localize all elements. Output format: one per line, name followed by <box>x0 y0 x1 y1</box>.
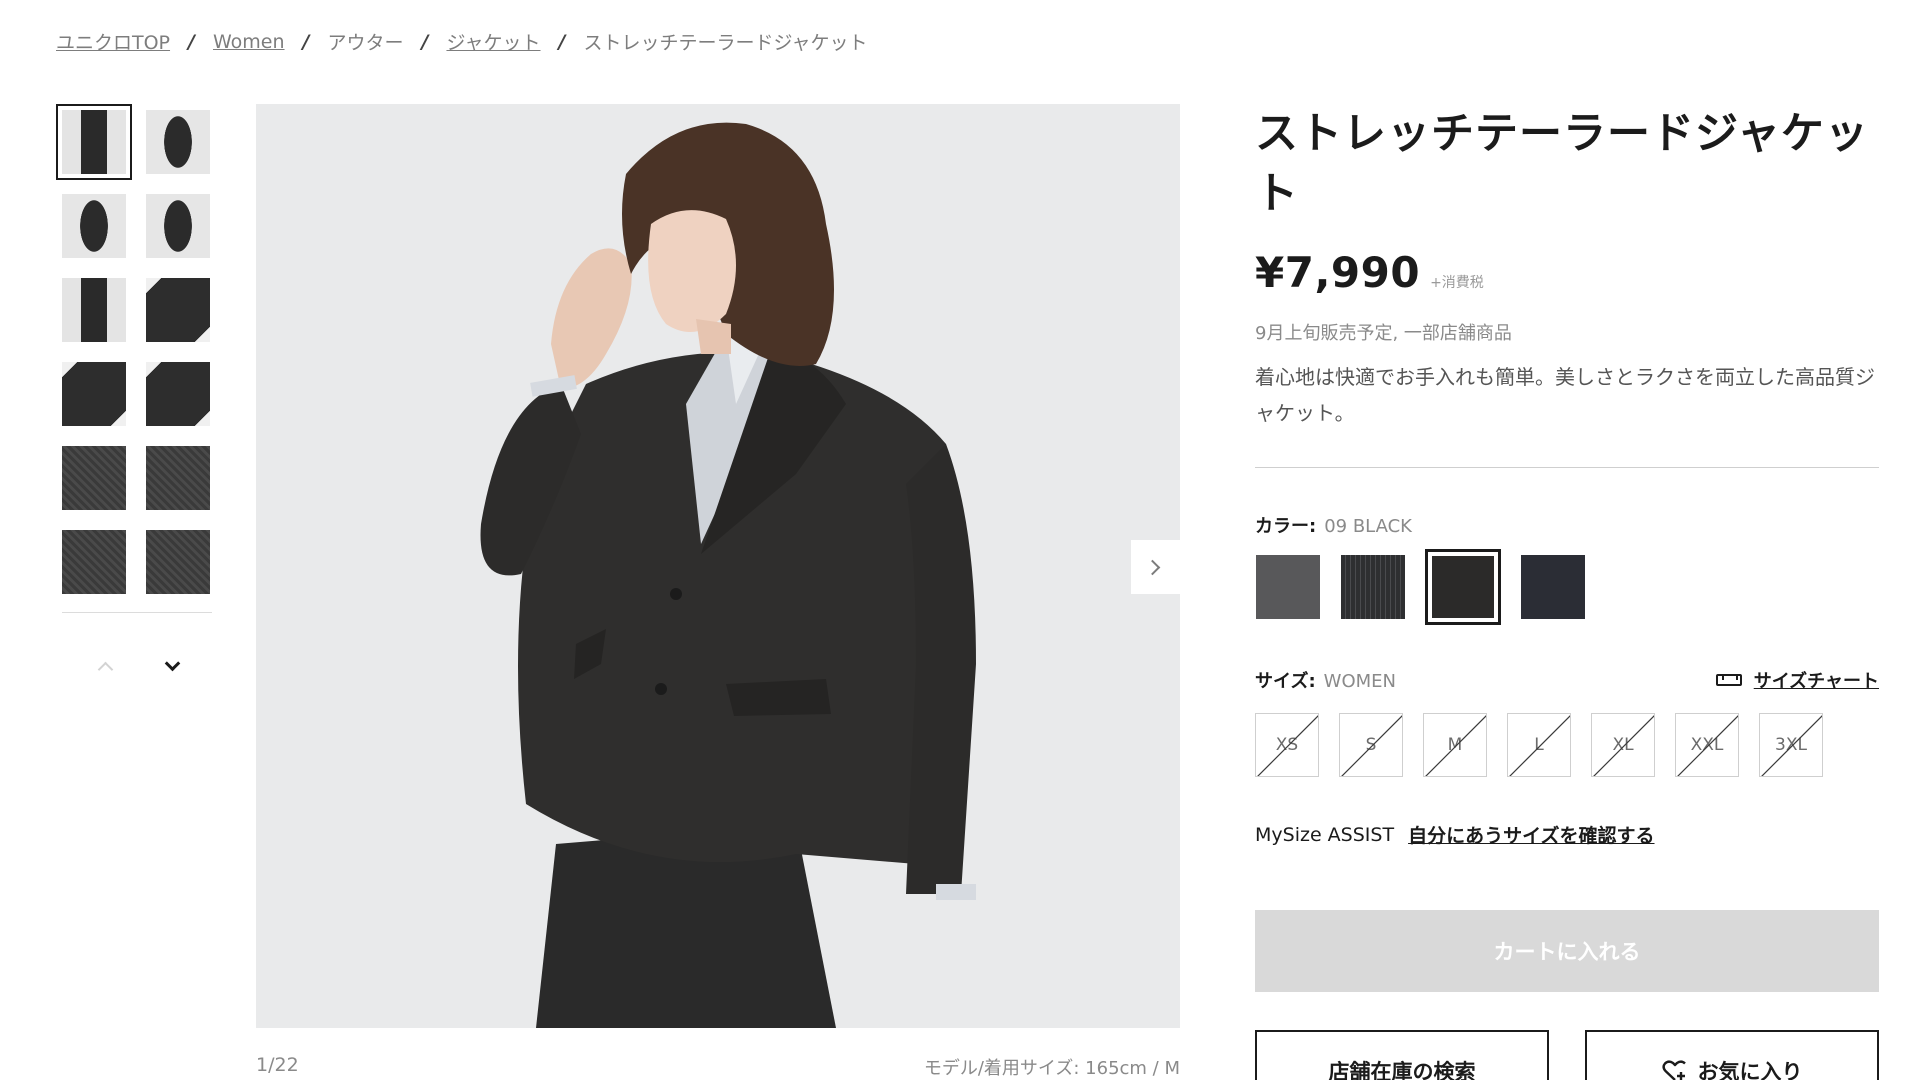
size-option-s[interactable]: S <box>1339 713 1403 777</box>
thumbnail-image <box>146 446 210 510</box>
color-swatch-4[interactable] <box>1520 554 1586 620</box>
mysize-assist: MySize ASSIST 自分にあうサイズを確認する <box>1255 821 1879 848</box>
main-product-image <box>256 104 1180 1028</box>
chevron-right-icon <box>1144 559 1161 575</box>
breadcrumb-separator: / <box>421 30 429 53</box>
unavailable-strike-icon <box>1341 715 1402 776</box>
color-swatch-1[interactable] <box>1255 554 1321 620</box>
thumbnail-image <box>146 194 210 258</box>
color-label: カラー: <box>1255 516 1317 537</box>
color-swatches <box>1255 549 1879 625</box>
thumbnail-image <box>62 530 126 594</box>
heart-plus-icon <box>1661 1059 1688 1080</box>
size-label: サイズ: <box>1255 671 1316 692</box>
mysize-label: MySize ASSIST <box>1255 823 1395 846</box>
selected-color-value: 09 BLACK <box>1324 516 1412 537</box>
thumbnail-image <box>146 278 210 342</box>
chevron-up-icon <box>97 661 113 677</box>
tax-note: +消費税 <box>1430 275 1484 291</box>
size-option-l[interactable]: L <box>1507 713 1571 777</box>
thumbnail-image <box>146 110 210 174</box>
product-price: ¥7,990 <box>1255 248 1421 297</box>
thumbnail-next-button[interactable] <box>156 650 188 682</box>
size-options: XS S M L XL XXL 3XL <box>1255 713 1879 777</box>
unavailable-strike-icon <box>1677 715 1738 776</box>
breadcrumb-item: ストレッチテーラードジャケット <box>583 32 868 54</box>
size-option-xl[interactable]: XL <box>1591 713 1655 777</box>
favorite-button[interactable]: お気に入り <box>1585 1030 1879 1080</box>
size-chart-label: サイズチャート <box>1753 671 1879 692</box>
unavailable-strike-icon <box>1761 715 1822 776</box>
mysize-check-link[interactable]: 自分にあうサイズを確認する <box>1408 821 1654 848</box>
size-option-xxl[interactable]: XXL <box>1675 713 1739 777</box>
unavailable-strike-icon <box>1425 715 1486 776</box>
thumbnail-7[interactable] <box>56 356 132 432</box>
model-wearing-jacket-image <box>256 104 1180 1028</box>
color-swatch-fill <box>1521 555 1585 619</box>
color-swatch-fill <box>1432 556 1494 618</box>
thumbnail-image <box>62 110 126 174</box>
image-next-button[interactable] <box>1131 540 1180 594</box>
thumbnail-6[interactable] <box>140 272 216 348</box>
breadcrumb-item: アウター <box>327 32 404 54</box>
add-to-cart-button[interactable]: カートに入れる <box>1255 910 1879 992</box>
breadcrumb-separator: / <box>558 30 566 53</box>
size-header: サイズ: WOMEN サイズチャート <box>1255 667 1879 693</box>
thumbnail-8[interactable] <box>140 356 216 432</box>
thumbnail-12[interactable] <box>140 524 216 600</box>
model-size-note: モデル/着用サイズ: 165cm / M <box>923 1058 1180 1079</box>
thumbnail-prev-button[interactable] <box>89 650 121 682</box>
thumbnail-2[interactable] <box>140 104 216 180</box>
thumbnail-4[interactable] <box>140 188 216 264</box>
breadcrumb-item[interactable]: ユニクロTOP <box>56 28 170 55</box>
size-category: WOMEN <box>1323 671 1397 692</box>
availability-note: 9月上旬販売予定, 一部店舗商品 <box>1255 323 1512 344</box>
image-counter: 1/22 <box>256 1054 299 1076</box>
color-swatch-fill <box>1256 555 1320 619</box>
breadcrumb-item[interactable]: Women <box>213 31 285 53</box>
thumbnail-3[interactable] <box>56 188 132 264</box>
product-info-panel: ストレッチテーラードジャケット ¥7,990 +消費税 9月上旬販売予定, 一部… <box>1255 104 1879 1080</box>
size-option-3xl[interactable]: 3XL <box>1759 713 1823 777</box>
breadcrumb-item[interactable]: ジャケット <box>446 28 540 55</box>
store-stock-search-button[interactable]: 店舗在庫の検索 <box>1255 1030 1549 1080</box>
chevron-down-icon <box>164 655 180 671</box>
size-option-m[interactable]: M <box>1423 713 1487 777</box>
secondary-actions: 店舗在庫の検索 お気に入り <box>1255 1030 1879 1080</box>
thumbnail-9[interactable] <box>56 440 132 516</box>
breadcrumb-separator: / <box>302 30 310 53</box>
section-divider <box>1255 467 1879 468</box>
product-description: 着心地は快適でお手入れも簡単。美しさとラクさを両立した高品質ジャケット。 <box>1255 365 1875 425</box>
thumbnail-gallery <box>56 104 216 600</box>
thumbnail-10[interactable] <box>140 440 216 516</box>
breadcrumb: ユニクロTOP / Women / アウター / ジャケット / ストレッチテーラードジャケット <box>56 28 868 55</box>
unavailable-strike-icon <box>1257 715 1318 776</box>
size-chart-link[interactable]: サイズチャート <box>1715 667 1879 693</box>
thumbnail-image <box>62 194 126 258</box>
unavailable-strike-icon <box>1593 715 1654 776</box>
favorite-label: お気に入り <box>1697 1060 1803 1080</box>
color-label-row: カラー: 09 BLACK <box>1255 512 1879 538</box>
unavailable-strike-icon <box>1509 715 1570 776</box>
thumbnail-image <box>62 362 126 426</box>
thumbnail-1[interactable] <box>56 104 132 180</box>
breadcrumb-separator: / <box>188 30 195 53</box>
color-swatch-fill <box>1341 555 1405 619</box>
color-swatch-3[interactable] <box>1425 549 1501 625</box>
color-swatch-2[interactable] <box>1340 554 1406 620</box>
thumbnail-image <box>146 530 210 594</box>
thumbnail-image <box>146 362 210 426</box>
thumbnail-5[interactable] <box>56 272 132 348</box>
price-row: ¥7,990 +消費税 <box>1255 248 1879 297</box>
product-title: ストレッチテーラードジャケット <box>1255 109 1869 219</box>
thumbnail-11[interactable] <box>56 524 132 600</box>
size-option-xs[interactable]: XS <box>1255 713 1319 777</box>
thumbnail-image <box>62 446 126 510</box>
ruler-icon <box>1715 674 1742 686</box>
thumbnail-image <box>62 278 126 342</box>
thumbnail-divider <box>62 612 212 613</box>
